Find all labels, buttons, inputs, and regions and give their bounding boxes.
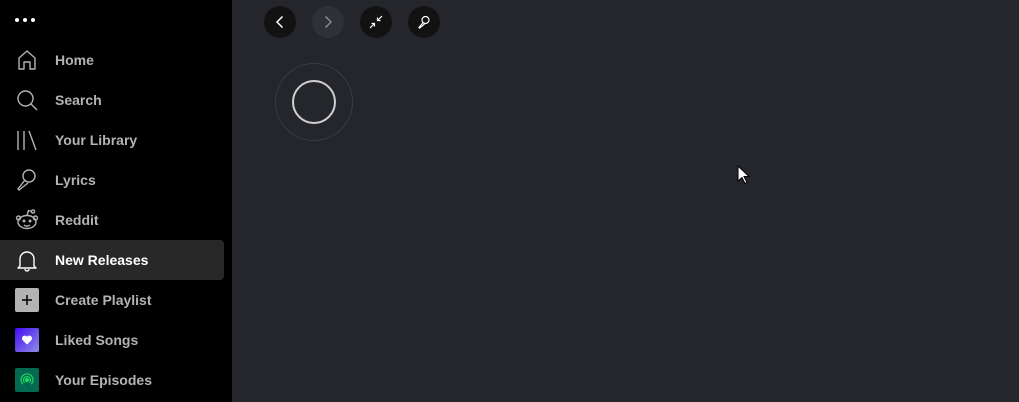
- sidebar-item-lyrics[interactable]: Lyrics: [0, 160, 224, 200]
- sidebar-item-label: Create Playlist: [55, 292, 152, 308]
- collapse-button[interactable]: [360, 6, 392, 38]
- microphone-icon: [418, 15, 430, 29]
- back-button[interactable]: [264, 6, 296, 38]
- sidebar-item-create-playlist[interactable]: Create Playlist: [0, 280, 224, 320]
- sidebar-item-label: New Releases: [55, 252, 149, 268]
- sidebar-item-search[interactable]: Search: [0, 80, 224, 120]
- podcast-icon: [15, 368, 39, 392]
- sidebar-item-home[interactable]: Home: [0, 40, 224, 80]
- home-icon: [15, 48, 39, 72]
- forward-icon: [324, 15, 333, 29]
- sidebar-item-label: Search: [55, 92, 102, 108]
- sidebar-item-label: Liked Songs: [55, 332, 139, 348]
- sidebar-item-reddit[interactable]: Reddit: [0, 200, 224, 240]
- library-icon: [15, 128, 39, 152]
- loading-spinner: [275, 63, 353, 141]
- plus-icon: [15, 288, 39, 312]
- heart-icon: [15, 328, 39, 352]
- bell-icon: [15, 248, 39, 272]
- sidebar-item-new-releases[interactable]: New Releases: [0, 240, 224, 280]
- forward-button[interactable]: [312, 6, 344, 38]
- sidebar-item-label: Home: [55, 52, 94, 68]
- sidebar-item-liked-songs[interactable]: Liked Songs: [0, 320, 224, 360]
- more-options-icon[interactable]: [15, 10, 41, 30]
- mouse-cursor-icon: [737, 165, 751, 185]
- sidebar-item-label: Your Library: [55, 132, 138, 148]
- back-icon: [275, 15, 284, 29]
- sidebar-item-label: Reddit: [55, 212, 99, 228]
- reddit-icon: [15, 208, 39, 232]
- sidebar: Home Search Your Library Lyrics Reddit N…: [0, 0, 232, 402]
- sidebar-item-label: Lyrics: [55, 172, 96, 188]
- sidebar-item-library[interactable]: Your Library: [0, 120, 224, 160]
- sidebar-item-your-episodes[interactable]: Your Episodes: [0, 360, 224, 400]
- collapse-icon: [369, 15, 383, 29]
- sidebar-item-label: Your Episodes: [55, 372, 152, 388]
- microphone-icon: [15, 168, 39, 192]
- main-content: [232, 0, 1019, 402]
- loading-spinner-inner: [292, 80, 336, 124]
- search-icon: [15, 88, 39, 112]
- lyrics-button[interactable]: [408, 6, 440, 38]
